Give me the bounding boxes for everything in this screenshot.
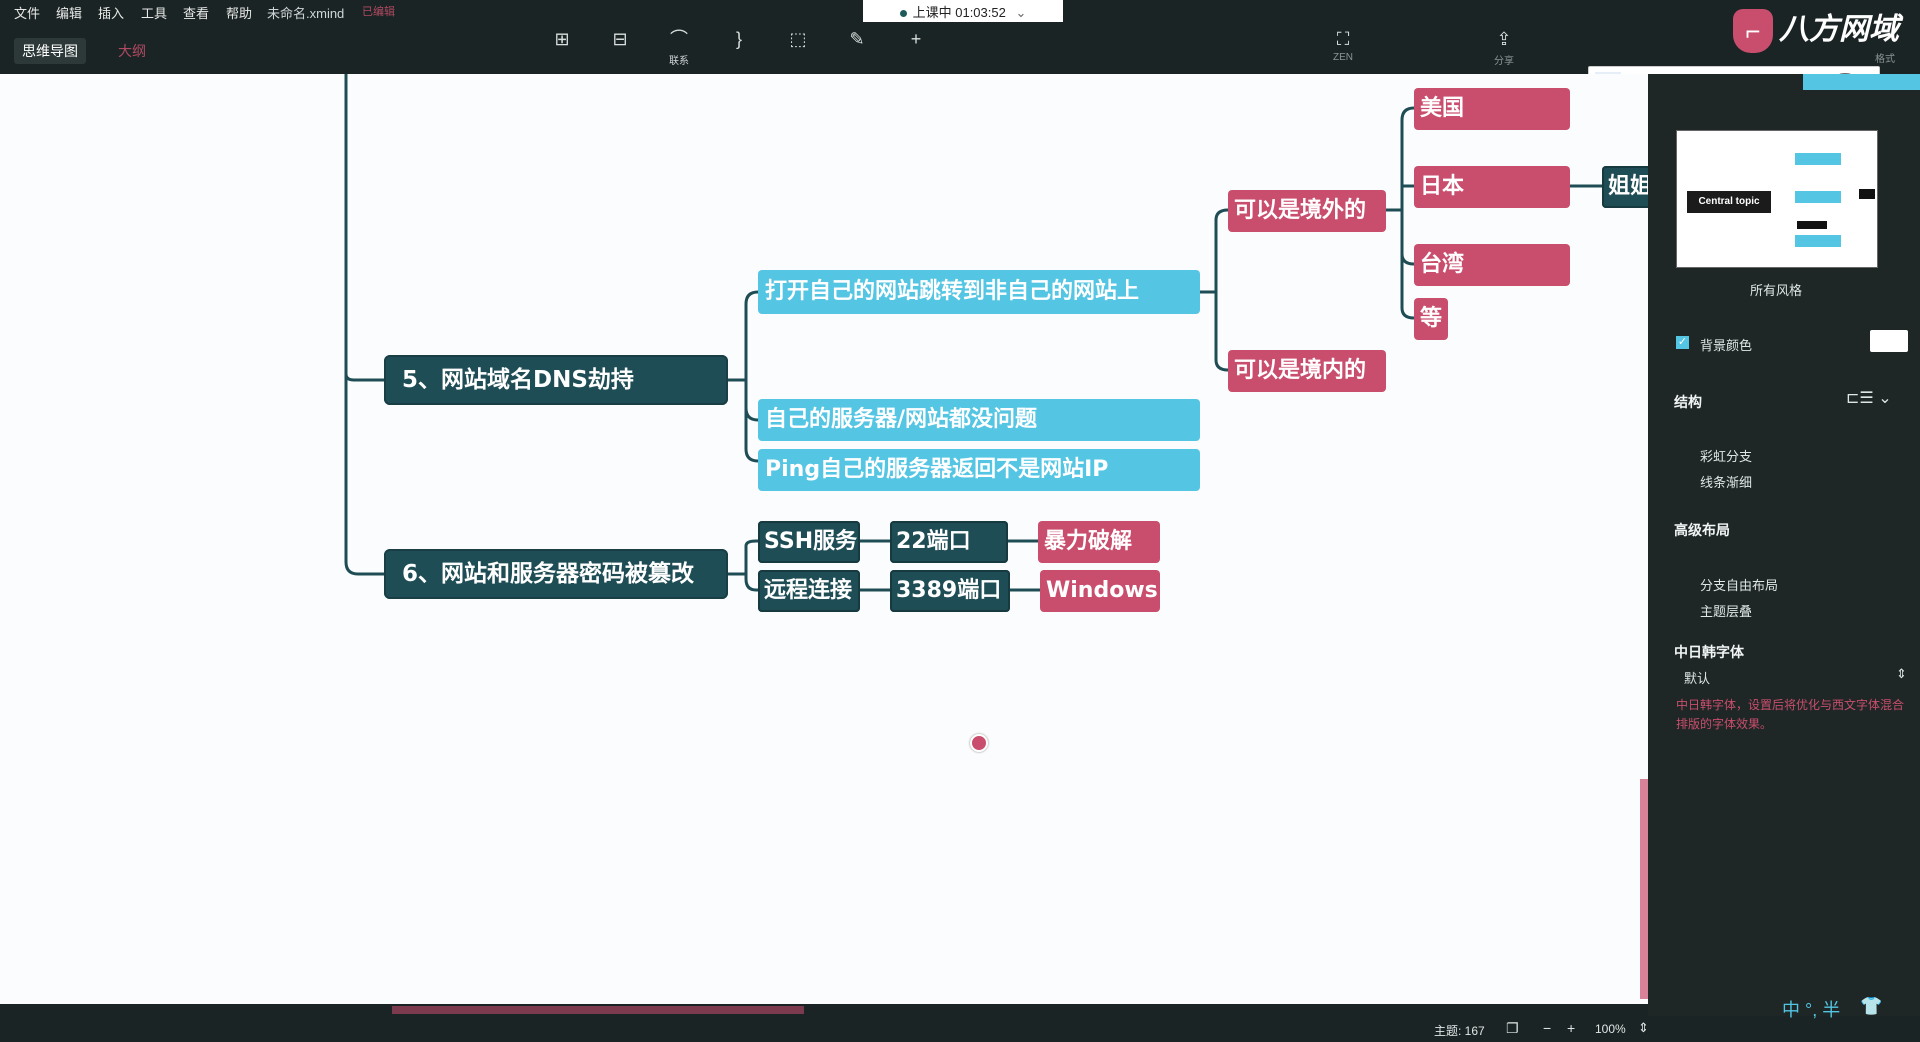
topic-overlap-option[interactable]: 主题层叠 xyxy=(1700,601,1752,620)
zen-tool[interactable]: ⛶ ZEN xyxy=(1313,26,1373,63)
share-tool[interactable]: ⇪ 分享 xyxy=(1474,26,1534,67)
select-arrows-icon: ⇕ xyxy=(1896,666,1907,681)
menu-file[interactable]: 文件 xyxy=(14,3,40,22)
node-redirect[interactable]: 打开自己的网站跳转到非自己的网站上 xyxy=(758,270,1200,314)
shirt-icon[interactable]: 👕 xyxy=(1860,996,1882,1017)
rainbow-branch-option[interactable]: 彩虹分支 xyxy=(1700,446,1752,465)
cjk-font-heading: 中日韩字体 xyxy=(1674,644,1744,660)
node-remote[interactable]: 远程连接 xyxy=(758,570,860,612)
menu-edit[interactable]: 编辑 xyxy=(56,3,82,22)
vertical-scrollbar[interactable] xyxy=(1640,779,1648,999)
mouse-cursor-icon xyxy=(970,734,988,752)
share-icon: ⇪ xyxy=(1496,29,1512,49)
node-windows[interactable]: Windows xyxy=(1040,570,1160,612)
boundary-tool[interactable]: ⬚ xyxy=(768,26,828,52)
menu-view[interactable]: 查看 xyxy=(183,3,209,22)
share-label: 分享 xyxy=(1494,56,1514,67)
file-name: 未命名.xmind xyxy=(267,6,345,21)
book-icon[interactable]: ❐ xyxy=(1506,1020,1519,1037)
subtopic-tool[interactable]: ⊟ xyxy=(590,26,650,52)
fullscreen-icon: ⛶ xyxy=(1336,29,1350,49)
topic-password-tamper[interactable]: 6、网站和服务器密码被篡改 xyxy=(384,549,728,599)
summary-icon: } xyxy=(735,29,742,49)
node-japan[interactable]: 日本 xyxy=(1414,166,1570,208)
node-ssh[interactable]: SSH服务 xyxy=(758,521,860,563)
tab-mindmap[interactable]: 思维导图 xyxy=(14,38,86,64)
mindmap-canvas[interactable]: 5、网站域名DNS劫持 6、网站和服务器密码被篡改 打开自己的网站跳转到非自己的… xyxy=(0,74,1648,1004)
thumb-branch xyxy=(1795,235,1841,247)
thumb-central-topic: Central topic xyxy=(1687,191,1771,213)
cjk-font-hint: 中日韩字体，设置后将优化与西文字体混合排版的字体效果。 xyxy=(1676,698,1905,731)
panel-tab-indicator xyxy=(1803,74,1920,90)
bg-color-swatch[interactable] xyxy=(1870,330,1908,352)
thumb-branch xyxy=(1795,191,1841,203)
file-state: 已编辑 xyxy=(362,6,395,18)
subtopic-icon: ⊟ xyxy=(612,29,628,49)
thumb-branch xyxy=(1795,153,1841,165)
zoom-stepper-icon[interactable]: ⇕ xyxy=(1638,1020,1649,1036)
all-styles-label[interactable]: 所有风格 xyxy=(1676,280,1876,299)
node-port22[interactable]: 22端口 xyxy=(890,521,1008,563)
node-abroad[interactable]: 可以是境外的 xyxy=(1228,190,1386,232)
node-taiwan[interactable]: 台湾 xyxy=(1414,244,1570,286)
structure-map-icon[interactable]: ⊏☰ ⌄ xyxy=(1846,388,1892,408)
watermark-text: 八方网域 xyxy=(1779,13,1899,46)
note-tool[interactable]: ✎ xyxy=(827,26,887,52)
watermark-logo: ⌐ 八方网域 xyxy=(1733,6,1913,54)
topic-tool[interactable]: ⊞ xyxy=(532,26,592,52)
zoom-in-icon[interactable]: + xyxy=(1567,1020,1575,1036)
advanced-layout-heading: 高级布局 xyxy=(1674,522,1730,538)
relationship-tool[interactable]: ⌒ 联系 xyxy=(649,26,709,67)
format-panel: Central topic 所有风格 ✓ 背景颜色 结构 ⊏☰ ⌄ 彩虹分支 线… xyxy=(1648,74,1920,1004)
status-text: 上课中 01:03:52 xyxy=(912,5,1006,20)
node-brute-force[interactable]: 暴力破解 xyxy=(1038,521,1160,563)
relationship-label: 联系 xyxy=(669,56,689,67)
menu-help[interactable]: 帮助 xyxy=(226,3,252,22)
style-thumbnail[interactable]: Central topic xyxy=(1676,130,1878,268)
node-partial[interactable]: 姐姐 xyxy=(1602,166,1648,208)
node-port3389[interactable]: 3389端口 xyxy=(890,570,1010,612)
bg-color-checkbox[interactable]: ✓ xyxy=(1676,336,1689,349)
node-server-ok[interactable]: 自己的服务器/网站都没问题 xyxy=(758,399,1200,441)
cjk-font-select[interactable]: 默认 xyxy=(1684,668,1710,687)
boundary-icon: ⬚ xyxy=(789,29,807,49)
relationship-icon: ⌒ xyxy=(670,29,688,49)
menu-tools[interactable]: 工具 xyxy=(141,3,167,22)
chevron-down-icon: ⌄ xyxy=(1015,5,1027,20)
zoom-out-icon[interactable]: − xyxy=(1543,1020,1551,1036)
topic-dns-hijack[interactable]: 5、网站域名DNS劫持 xyxy=(384,355,728,405)
node-ping-ip[interactable]: Ping自己的服务器返回不是网站IP xyxy=(758,449,1200,491)
menu-insert[interactable]: 插入 xyxy=(98,3,124,22)
insert-tool[interactable]: + xyxy=(886,26,946,52)
free-branch-option[interactable]: 分支自由布局 xyxy=(1700,575,1778,594)
thumb-branch xyxy=(1797,221,1827,229)
topic-icon: ⊞ xyxy=(554,29,570,49)
shield-logo-icon: ⌐ xyxy=(1733,9,1773,54)
note-icon: ✎ xyxy=(849,29,865,49)
bg-color-label: 背景颜色 xyxy=(1700,338,1753,353)
horizontal-scrollbar-thumb[interactable] xyxy=(392,1006,804,1014)
structure-heading: 结构 xyxy=(1674,394,1702,410)
status-dot-icon xyxy=(899,10,907,18)
zen-label: ZEN xyxy=(1333,52,1353,63)
horizontal-scrollbar-track xyxy=(0,1004,1648,1016)
ime-status[interactable]: 中 °, 半 xyxy=(1782,996,1840,1022)
taper-line-option[interactable]: 线条渐细 xyxy=(1700,472,1752,491)
plus-icon: + xyxy=(910,29,922,49)
summary-tool[interactable]: } xyxy=(709,26,769,52)
node-etc[interactable]: 等 xyxy=(1414,298,1448,340)
thumb-branch xyxy=(1859,189,1875,199)
tab-outline[interactable]: 大纲 xyxy=(118,41,146,61)
status-bar: 主题: 167 ❐ − + 100% ⇕ 中 °, 半 👕 xyxy=(0,996,1920,1042)
zoom-level[interactable]: 100% xyxy=(1595,1022,1626,1036)
topic-count: 主题: 167 xyxy=(1434,1024,1485,1038)
node-domestic[interactable]: 可以是境内的 xyxy=(1228,350,1386,392)
node-usa[interactable]: 美国 xyxy=(1414,88,1570,130)
